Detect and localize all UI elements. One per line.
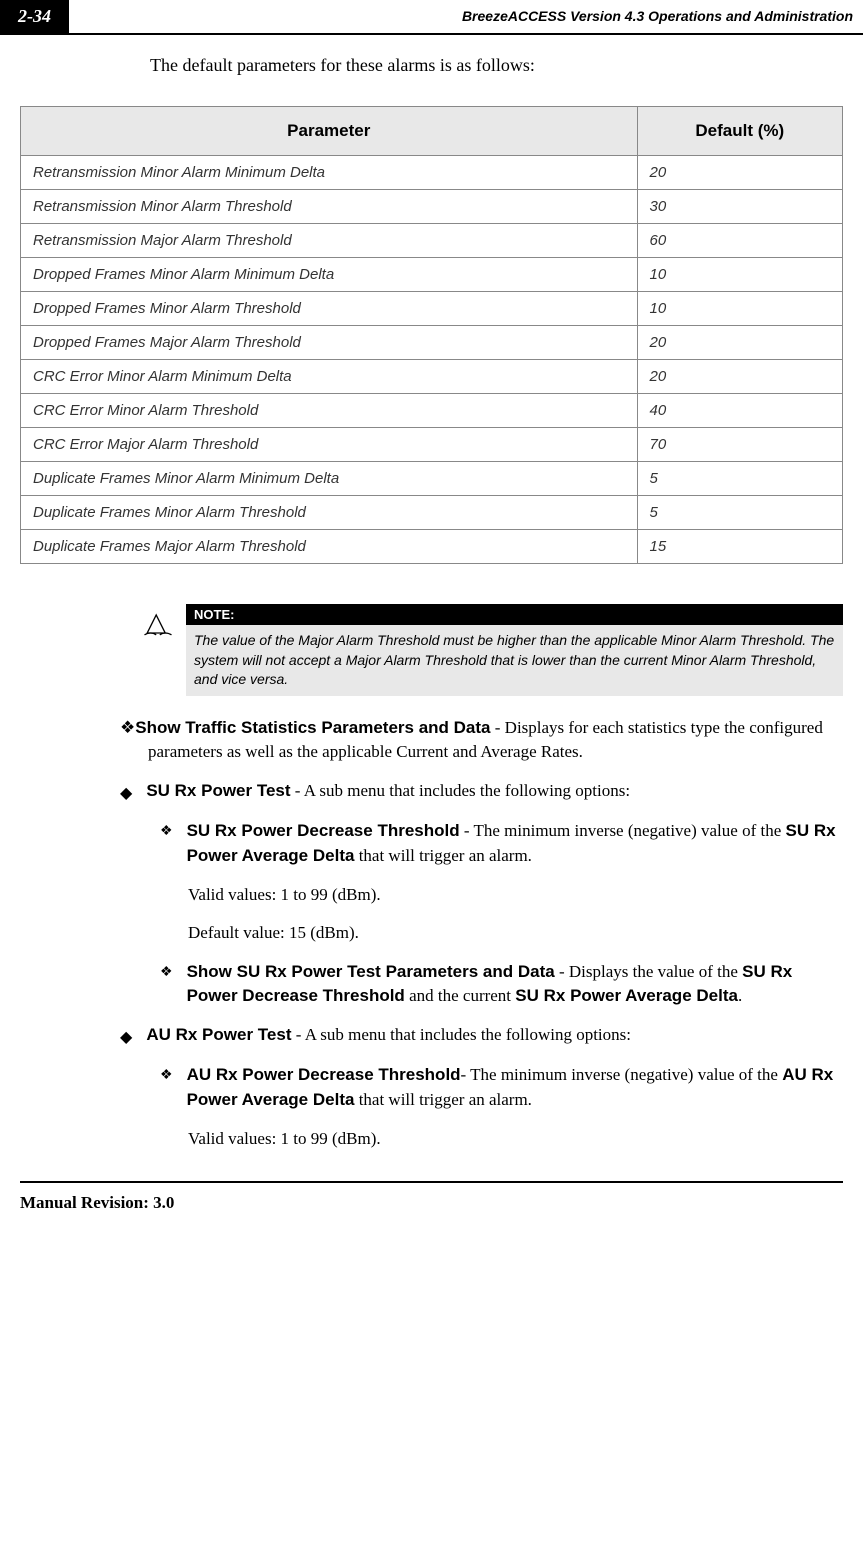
table-cell: 40 [637, 394, 843, 428]
au-rx-dec-text1: - The minimum inverse (negative) value o… [461, 1065, 783, 1084]
su-rx-bold: SU Rx Power Test [146, 781, 290, 800]
table-cell: Dropped Frames Minor Alarm Threshold [21, 292, 638, 326]
table-cell: 30 [637, 190, 843, 224]
footer-text: Manual Revision: 3.0 [20, 1193, 843, 1233]
note-label: NOTE: [186, 604, 843, 625]
su-rx-text: - A sub menu that includes the following… [291, 781, 631, 800]
au-rx-dec-item: ❖ AU Rx Power Decrease Threshold- The mi… [160, 1063, 843, 1112]
parameter-table: Parameter Default (%) Retransmission Min… [20, 106, 843, 564]
note-text: The value of the Major Alarm Threshold m… [186, 625, 843, 696]
cross-bullet-icon: ❖ [160, 822, 173, 842]
table-cell: CRC Error Major Alarm Threshold [21, 428, 638, 462]
note-icon [140, 606, 176, 642]
diamond-bullet-icon: ◆ [120, 782, 132, 805]
table-cell: Retransmission Minor Alarm Threshold [21, 190, 638, 224]
au-rx-text: - A sub menu that includes the following… [291, 1025, 631, 1044]
show-su-bold3: SU Rx Power Average Delta [515, 986, 738, 1005]
diamond-bullet-icon: ◆ [120, 1026, 132, 1049]
table-row: Dropped Frames Minor Alarm Threshold10 [21, 292, 843, 326]
table-cell: 20 [637, 326, 843, 360]
table-header-parameter: Parameter [21, 107, 638, 156]
table-row: CRC Error Major Alarm Threshold70 [21, 428, 843, 462]
au-rx-dec-bold: AU Rx Power Decrease Threshold [187, 1065, 461, 1084]
table-row: Duplicate Frames Minor Alarm Threshold5 [21, 496, 843, 530]
header-title: BreezeACCESS Version 4.3 Operations and … [69, 0, 863, 33]
table-cell: CRC Error Minor Alarm Threshold [21, 394, 638, 428]
table-cell: 70 [637, 428, 843, 462]
table-cell: Duplicate Frames Minor Alarm Minimum Del… [21, 462, 638, 496]
valid-values: Valid values: 1 to 99 (dBm). [188, 883, 843, 908]
table-cell: Dropped Frames Minor Alarm Minimum Delta [21, 258, 638, 292]
table-cell: Retransmission Minor Alarm Minimum Delta [21, 156, 638, 190]
su-rx-dec-text2: that will trigger an alarm. [354, 846, 532, 865]
table-row: Retransmission Minor Alarm Threshold30 [21, 190, 843, 224]
show-su-text3: . [738, 986, 742, 1005]
au-rx-bold: AU Rx Power Test [146, 1025, 291, 1044]
table-cell: 10 [637, 292, 843, 326]
table-cell: 15 [637, 530, 843, 564]
su-rx-item: ◆ SU Rx Power Test - A sub menu that inc… [120, 779, 843, 805]
intro-text: The default parameters for these alarms … [150, 55, 843, 76]
au-rx-item: ◆ AU Rx Power Test - A sub menu that inc… [120, 1023, 843, 1049]
su-rx-dec-item: ❖ SU Rx Power Decrease Threshold - The m… [160, 819, 843, 868]
table-header-default: Default (%) [637, 107, 843, 156]
table-cell: Duplicate Frames Major Alarm Threshold [21, 530, 638, 564]
table-row: Retransmission Major Alarm Threshold60 [21, 224, 843, 258]
table-row: Duplicate Frames Minor Alarm Minimum Del… [21, 462, 843, 496]
table-row: CRC Error Minor Alarm Minimum Delta20 [21, 360, 843, 394]
table-cell: CRC Error Minor Alarm Minimum Delta [21, 360, 638, 394]
table-row: CRC Error Minor Alarm Threshold40 [21, 394, 843, 428]
table-cell: Dropped Frames Major Alarm Threshold [21, 326, 638, 360]
cross-bullet-icon: ❖ [160, 1066, 173, 1086]
cross-bullet-icon: ❖ [160, 963, 173, 983]
table-cell: 60 [637, 224, 843, 258]
show-su-text1: - Displays the value of the [555, 962, 742, 981]
show-traffic-bold: Show Traffic Statistics Parameters and D… [135, 718, 490, 737]
su-rx-dec-bold: SU Rx Power Decrease Threshold [187, 821, 460, 840]
show-su-item: ❖ Show SU Rx Power Test Parameters and D… [160, 960, 843, 1009]
valid-values-2: Valid values: 1 to 99 (dBm). [188, 1127, 843, 1152]
table-cell: 20 [637, 360, 843, 394]
table-cell: 5 [637, 462, 843, 496]
show-su-bold: Show SU Rx Power Test Parameters and Dat… [187, 962, 555, 981]
default-value: Default value: 15 (dBm). [188, 921, 843, 946]
table-row: Duplicate Frames Major Alarm Threshold15 [21, 530, 843, 564]
page-number: 2-34 [0, 0, 69, 33]
show-su-text2: and the current [405, 986, 515, 1005]
note-block: NOTE: The value of the Major Alarm Thres… [140, 604, 843, 696]
table-cell: 5 [637, 496, 843, 530]
table-cell: 20 [637, 156, 843, 190]
page-header: 2-34 BreezeACCESS Version 4.3 Operations… [0, 0, 863, 35]
footer-rule [20, 1181, 843, 1183]
su-rx-dec-text1: - The minimum inverse (negative) value o… [460, 821, 786, 840]
show-traffic-item: ❖Show Traffic Statistics Parameters and … [120, 716, 843, 765]
table-cell: Retransmission Major Alarm Threshold [21, 224, 638, 258]
table-row: Dropped Frames Minor Alarm Minimum Delta… [21, 258, 843, 292]
cross-bullet-icon: ❖ [120, 718, 135, 737]
table-row: Dropped Frames Major Alarm Threshold20 [21, 326, 843, 360]
table-cell: 10 [637, 258, 843, 292]
table-cell: Duplicate Frames Minor Alarm Threshold [21, 496, 638, 530]
au-rx-dec-text2: that will trigger an alarm. [354, 1090, 532, 1109]
table-row: Retransmission Minor Alarm Minimum Delta… [21, 156, 843, 190]
